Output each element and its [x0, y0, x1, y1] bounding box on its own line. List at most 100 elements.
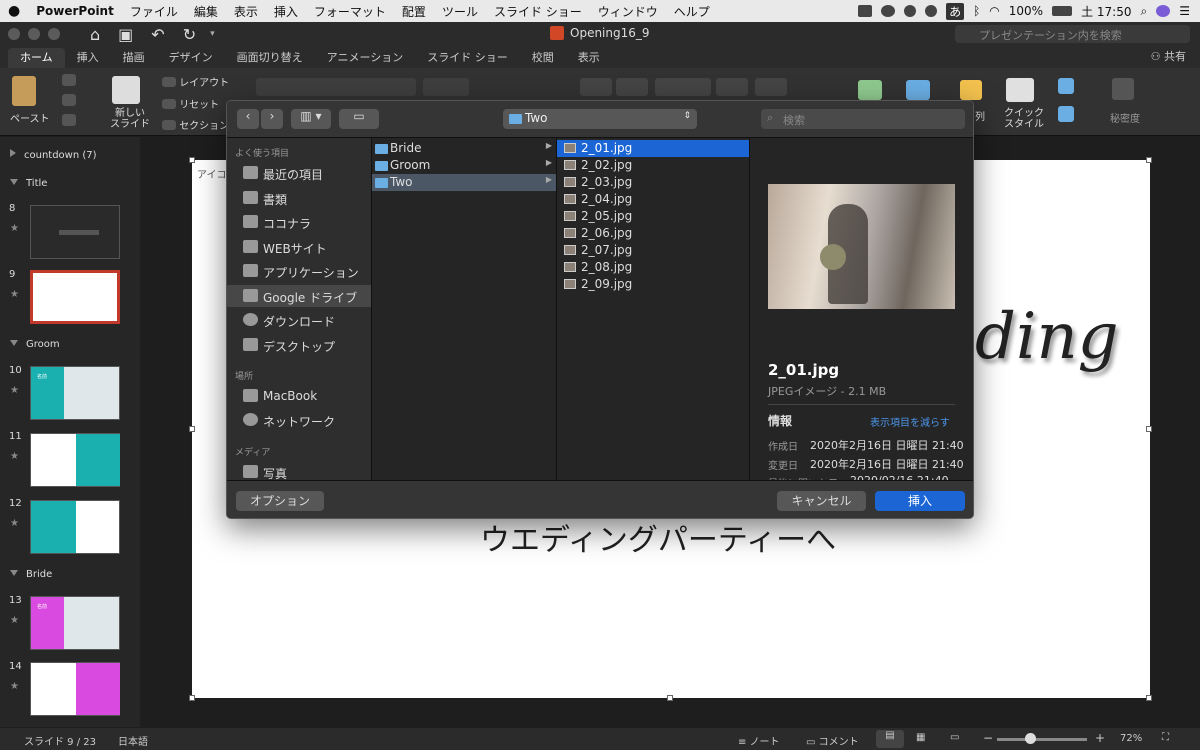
zoom-window-button[interactable] [48, 28, 60, 40]
menu-edit[interactable]: 編集 [186, 3, 226, 20]
cancel-button[interactable]: キャンセル [777, 491, 866, 511]
favorite-documents[interactable]: 書類 [227, 187, 371, 209]
upload-icon[interactable] [925, 5, 938, 17]
undo-icon[interactable]: ↶ [151, 25, 164, 44]
favorite-downloads[interactable]: ダウンロード [227, 309, 371, 331]
options-button[interactable]: オプション [236, 491, 324, 511]
tab-view[interactable]: 表示 [566, 48, 612, 68]
path-popup[interactable]: Two ⇕ [503, 109, 697, 129]
menu-tools[interactable]: ツール [434, 3, 486, 20]
resize-handle[interactable] [1146, 157, 1152, 163]
menu-file[interactable]: ファイル [122, 3, 186, 20]
tab-design[interactable]: デザイン [157, 48, 225, 68]
tab-home[interactable]: ホーム [8, 48, 65, 68]
language-indicator[interactable]: 日本語 [118, 733, 148, 748]
arrange-icon[interactable] [960, 80, 982, 100]
indent-icon[interactable] [655, 78, 711, 96]
menu-format[interactable]: フォーマット [306, 3, 394, 20]
new-slide-icon[interactable] [112, 76, 140, 104]
menu-app[interactable]: PowerPoint [28, 4, 122, 18]
redo-icon[interactable]: ↻ [183, 25, 196, 44]
view-mode-button[interactable]: ▥ ▾ [291, 109, 331, 129]
zoom-out-button[interactable]: − [983, 731, 993, 745]
favorite-coconala[interactable]: ココナラ [227, 211, 371, 233]
slideshow-view-icon[interactable]: ▭ [950, 732, 959, 743]
slide-thumbnail-12[interactable] [30, 500, 120, 554]
file-row[interactable]: 2_06.jpg [557, 225, 749, 242]
paste-button[interactable]: ペースト [10, 110, 50, 125]
home-icon[interactable]: ⌂ [90, 25, 100, 44]
quick-style-icon[interactable] [1006, 78, 1034, 102]
new-folder-button[interactable]: ▭ [339, 109, 379, 129]
font-size-select[interactable] [423, 78, 469, 96]
file-row[interactable]: 2_02.jpg [557, 157, 749, 174]
section-bride[interactable]: Bride [10, 569, 52, 580]
resize-handle[interactable] [189, 695, 195, 701]
shapes-icon[interactable] [906, 80, 930, 100]
tab-transitions[interactable]: 画面切り替え [225, 48, 315, 68]
favorite-google-drive[interactable]: Google ドライブ [227, 285, 371, 307]
battery-icon[interactable] [1052, 6, 1073, 16]
layout-button[interactable]: レイアウト [162, 74, 229, 89]
slide-thumbnail-8[interactable] [30, 205, 120, 259]
bullets-icon[interactable] [580, 78, 612, 96]
placeholder-text[interactable]: アイコ [197, 166, 227, 181]
slide-sorter-icon[interactable]: ▦ [916, 732, 925, 743]
slide-thumbnail-10[interactable]: 名前 [30, 366, 120, 420]
slide-thumbnail-13[interactable]: 名前 [30, 596, 120, 650]
menu-slideshow[interactable]: スライド ショー [486, 3, 590, 20]
sensitivity-icon[interactable] [1112, 78, 1134, 100]
forward-button[interactable]: › [261, 109, 283, 129]
share-button[interactable]: ⚇ 共有 [1151, 48, 1186, 64]
slide-thumbnail-14[interactable] [30, 662, 120, 716]
comments-button[interactable]: ▭ コメント [806, 733, 859, 748]
menu-arrange[interactable]: 配置 [394, 3, 434, 20]
notification-icon[interactable]: ☰ [1179, 4, 1190, 18]
zoom-slider[interactable] [997, 738, 1087, 741]
media-photos[interactable]: 写真 [227, 461, 371, 480]
numbering-icon[interactable] [616, 78, 648, 96]
file-row[interactable]: 2_04.jpg [557, 191, 749, 208]
siri-icon[interactable] [1156, 5, 1171, 17]
cut-icon[interactable] [62, 74, 76, 86]
file-row[interactable]: 2_09.jpg [557, 276, 749, 293]
minimize-window-button[interactable] [28, 28, 40, 40]
bluetooth-icon[interactable]: ᛒ [973, 4, 980, 18]
file-row[interactable]: 2_01.jpg [557, 140, 749, 157]
file-row[interactable]: 2_03.jpg [557, 174, 749, 191]
back-button[interactable]: ‹ [237, 109, 259, 129]
resize-handle[interactable] [189, 157, 195, 163]
line-spacing-icon[interactable] [716, 78, 748, 96]
location-network[interactable]: ネットワーク [227, 409, 371, 431]
section-title[interactable]: Title [10, 178, 47, 189]
insert-button[interactable]: 挿入 [875, 491, 965, 511]
new-slide-button[interactable]: 新しい スライド [110, 108, 150, 130]
zoom-level[interactable]: 72% [1120, 733, 1142, 744]
ime-indicator[interactable]: あ [946, 2, 965, 20]
folder-row-bride[interactable]: Bride ▶ [372, 140, 556, 157]
favorite-recent[interactable]: 最近の項目 [227, 162, 371, 184]
favorite-website[interactable]: WEBサイト [227, 236, 371, 258]
tab-review[interactable]: 校閲 [520, 48, 566, 68]
favorite-applications[interactable]: アプリケーション [227, 260, 371, 282]
resize-handle[interactable] [667, 695, 673, 701]
zoom-slider-thumb[interactable] [1025, 733, 1036, 744]
screen-icon[interactable] [858, 5, 873, 17]
menu-insert[interactable]: 挿入 [266, 3, 306, 20]
notes-button[interactable]: ≡ ノート [738, 733, 780, 748]
slide-thumbnails-pane[interactable]: countdown (7) Title 8 ★ 9 ★ Groom 10 ★ 名… [0, 137, 140, 727]
tab-animations[interactable]: アニメーション [315, 48, 416, 68]
battery-percent[interactable]: 100% [1009, 4, 1043, 18]
folder-row-two[interactable]: Two ▶ [372, 174, 556, 191]
normal-view-icon[interactable]: ▤ [876, 730, 904, 748]
paste-icon[interactable] [12, 76, 36, 106]
slide-thumbnail-9[interactable] [30, 270, 120, 324]
copy-icon[interactable] [62, 94, 76, 106]
font-name-select[interactable] [256, 78, 416, 96]
section-button[interactable]: セクション [162, 117, 229, 132]
quick-style-button[interactable]: クイック スタイル [1004, 108, 1044, 130]
format-painter-icon[interactable] [62, 114, 76, 126]
clock[interactable]: 土 17:50 [1081, 3, 1131, 20]
dialog-search-input[interactable]: ⌕ 検索 [761, 109, 965, 129]
spotlight-icon[interactable]: ⌕ [1141, 4, 1148, 19]
